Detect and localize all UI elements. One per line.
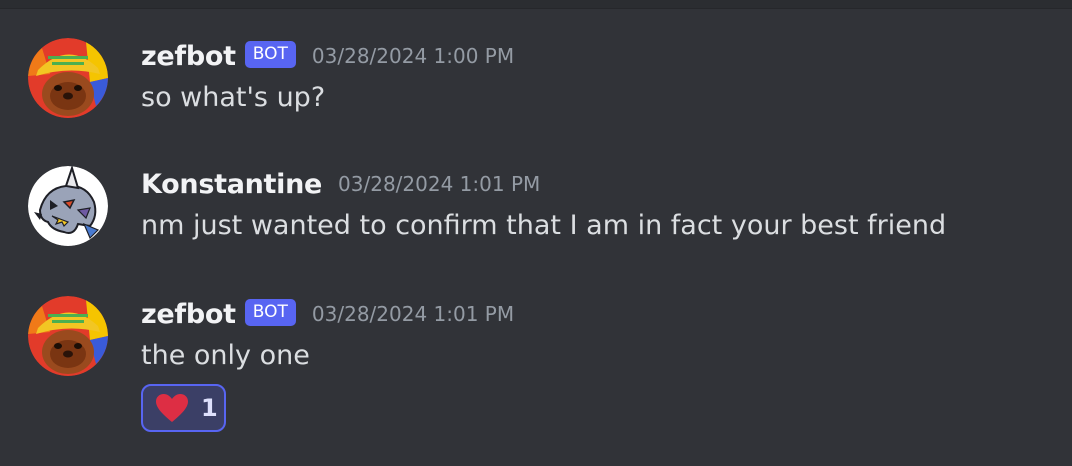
bot-badge: BOT xyxy=(244,298,296,326)
author-name[interactable]: Konstantine xyxy=(141,169,322,200)
heart-icon xyxy=(156,394,188,422)
message-timestamp[interactable]: 03/28/2024 1:01 PM xyxy=(338,172,540,196)
bot-badge: BOT xyxy=(244,40,296,68)
message-timestamp[interactable]: 03/28/2024 1:00 PM xyxy=(312,44,514,68)
message-header: Konstantine 03/28/2024 1:01 PM xyxy=(141,166,540,202)
avatar[interactable] xyxy=(28,296,108,376)
message-timestamp[interactable]: 03/28/2024 1:01 PM xyxy=(312,302,514,326)
message-content: so what's up? xyxy=(141,82,326,113)
author-name[interactable]: zefbot xyxy=(141,299,236,330)
heart-reaction-button[interactable]: 1 xyxy=(141,384,226,432)
message-header: zefbot BOT 03/28/2024 1:00 PM xyxy=(141,38,514,74)
avatar[interactable] xyxy=(28,38,108,118)
beaver-hat-avatar xyxy=(28,296,108,376)
message-list: zefbot BOT 03/28/2024 1:00 PM so what's … xyxy=(0,0,1072,466)
message-content: nm just wanted to confirm that I am in f… xyxy=(141,210,947,241)
author-name[interactable]: zefbot xyxy=(141,41,236,72)
message-header: zefbot BOT 03/28/2024 1:01 PM xyxy=(141,296,514,332)
beaver-hat-avatar xyxy=(28,38,108,118)
avatar[interactable] xyxy=(28,166,108,246)
dragon-avatar xyxy=(28,166,108,246)
message-content: the only one xyxy=(141,340,310,371)
reaction-count: 1 xyxy=(201,394,218,422)
